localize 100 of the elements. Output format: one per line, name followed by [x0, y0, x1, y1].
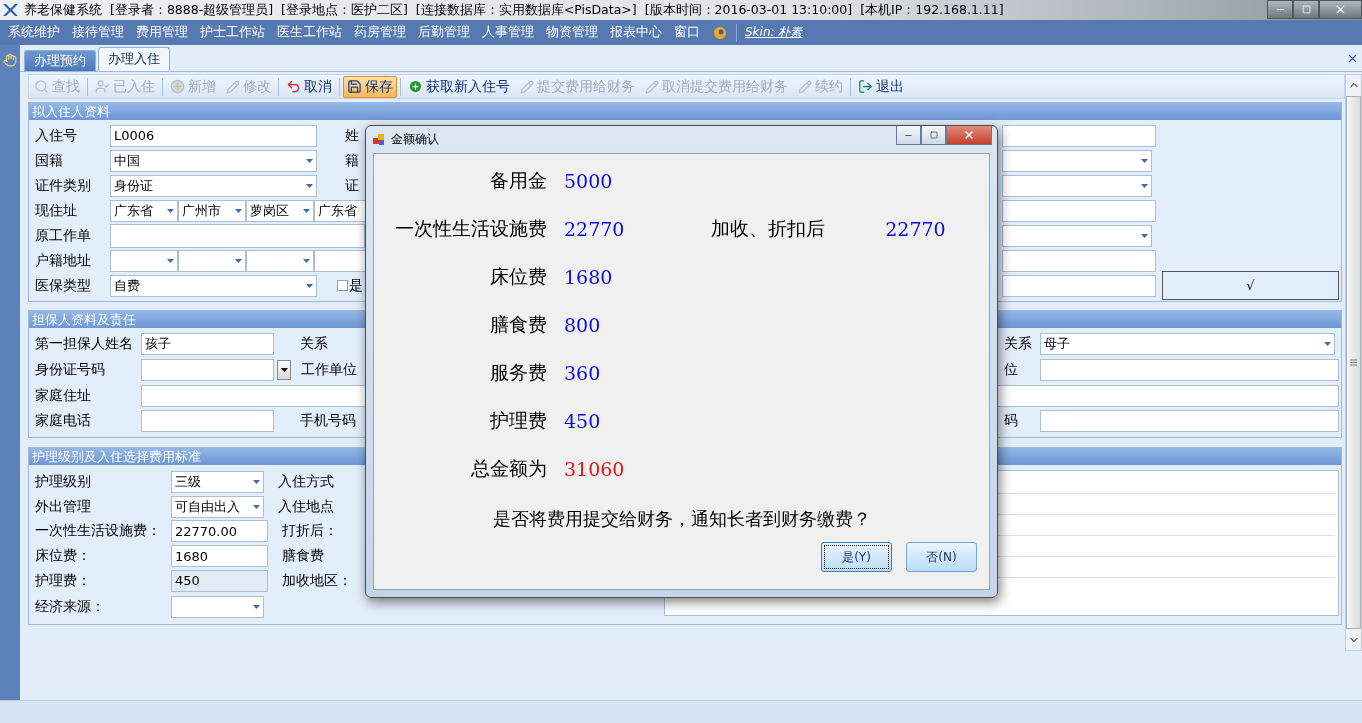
toolbar-button[interactable]: 保存	[343, 75, 397, 98]
toolbar-button[interactable]: 退出	[854, 75, 908, 98]
field-label: 姓	[345, 126, 359, 145]
text-field[interactable]	[1002, 199, 1156, 222]
field-label: 外出管理	[35, 497, 92, 516]
combo-box[interactable]: 广州市	[178, 199, 246, 222]
combo-box[interactable]: 身份证	[110, 174, 317, 197]
combo-box[interactable]: 广东省	[314, 199, 365, 222]
text-field[interactable]: L0006	[110, 124, 317, 147]
field-label: 护理费：	[35, 571, 92, 590]
skin-link[interactable]: Skin: 朴素	[745, 24, 803, 41]
combo-box[interactable]	[110, 249, 178, 272]
menu-item[interactable]: 后勤管理	[412, 24, 476, 41]
dropdown-arrow-icon	[306, 283, 313, 288]
status-info: [本机IP：192.168.1.11]	[860, 1, 1004, 19]
text-field[interactable]	[141, 410, 274, 432]
fee-label: 服务费	[490, 360, 547, 385]
field-label: 籍	[345, 151, 359, 170]
checkbox[interactable]	[337, 280, 348, 291]
dropdown-arrow-icon	[1141, 158, 1148, 163]
menu-item[interactable]: 费用管理	[130, 24, 194, 41]
combo-box[interactable]: 可自由出入	[171, 495, 264, 518]
tab[interactable]: 办理入住	[98, 47, 170, 71]
status-info: [版本时间：2016-03-01 13:10:00]	[644, 1, 853, 19]
minimize-button[interactable]	[896, 126, 921, 145]
text-field[interactable]	[110, 223, 365, 248]
dropdown-arrow-icon	[280, 368, 288, 372]
menu-item[interactable]: 物资管理	[540, 24, 604, 41]
menu-item[interactable]: 人事管理	[476, 24, 540, 41]
pencil-icon	[520, 79, 534, 94]
combo-box[interactable]	[1002, 224, 1152, 247]
dropdown-arrow-icon	[253, 504, 260, 509]
menu-item[interactable]: 医生工作站	[271, 24, 348, 41]
scrollbar[interactable]	[1345, 74, 1362, 651]
menu-item[interactable]: 系统维护	[2, 24, 66, 41]
undo-icon	[286, 79, 301, 94]
text-field[interactable]: 22770.00	[171, 520, 268, 543]
fee-label: 加收、折扣后	[711, 216, 825, 241]
combo-box[interactable]	[1002, 149, 1152, 172]
combo-box[interactable]: 母子	[1040, 333, 1335, 355]
combo-box[interactable]	[178, 249, 246, 272]
menu-item[interactable]: 接待管理	[66, 24, 130, 41]
tab[interactable]: 办理预约	[24, 50, 96, 71]
minimize-button[interactable]	[1267, 0, 1293, 19]
field-label: 膳食费	[282, 547, 324, 566]
field-label: 入住号	[35, 126, 78, 145]
field-label: 一次性生活设施费：	[35, 522, 162, 541]
fee-value: 1680	[564, 266, 613, 288]
combo-box[interactable]: 广东省	[110, 199, 178, 222]
text-field[interactable]: 1680	[171, 545, 268, 568]
menu-item[interactable]: 护士工作站	[194, 24, 271, 41]
fee-value: 450	[564, 410, 601, 432]
confirm-button[interactable]: √	[1162, 271, 1339, 300]
menu-item[interactable]: 窗口	[668, 24, 706, 41]
dropdown-arrow-icon	[1141, 233, 1148, 238]
combo-box[interactable]	[171, 595, 264, 618]
dialog-button[interactable]: 否(N)	[906, 542, 977, 572]
close-icon	[1334, 3, 1347, 16]
close-button[interactable]	[1319, 0, 1362, 19]
fee-label: 护理费	[490, 408, 547, 433]
dropdown-arrow-icon	[235, 258, 242, 263]
maximize-button[interactable]	[1293, 0, 1319, 19]
dropdown-button[interactable]	[277, 360, 291, 380]
dropdown-arrow-icon	[253, 480, 260, 485]
combo-box[interactable]	[314, 249, 365, 272]
combo-box[interactable]	[246, 249, 314, 272]
dropdown-arrow-icon	[306, 158, 313, 163]
menu-item[interactable]: 报表中心	[604, 24, 668, 41]
dropdown-arrow-icon	[306, 183, 313, 188]
field-label: 码	[1003, 412, 1019, 430]
plus-icon	[408, 79, 423, 94]
menu-item[interactable]: 药房管理	[348, 24, 412, 41]
combo-box[interactable]: 自费	[110, 274, 317, 297]
text-field[interactable]	[141, 359, 274, 381]
dialog-button[interactable]: 是(Y)	[821, 542, 892, 572]
combo-box[interactable]: 三级	[171, 471, 264, 494]
status-info: [登录者：8888-超级管理员]	[110, 1, 274, 19]
text-field[interactable]	[1002, 249, 1156, 272]
fee-value: 22770	[885, 218, 946, 240]
text-field[interactable]	[1040, 410, 1339, 432]
toolbar-button[interactable]: 获取新入住号	[404, 75, 514, 98]
field-label: 身份证号码	[35, 361, 106, 379]
text-field[interactable]	[1040, 359, 1339, 381]
combo-box[interactable]: 中国	[110, 149, 317, 172]
text-field[interactable]	[1002, 124, 1156, 147]
close-button[interactable]	[946, 126, 992, 145]
maximize-button[interactable]	[921, 126, 946, 145]
field-label: 证件类别	[35, 176, 92, 195]
save-icon	[347, 79, 362, 94]
combo-box[interactable]: 萝岗区	[246, 199, 314, 222]
field-label: 护理级别	[35, 473, 92, 492]
toolbar-button[interactable]: 取消	[282, 75, 336, 98]
combo-box[interactable]	[1002, 174, 1152, 197]
field-label: 经济来源：	[35, 597, 106, 616]
confirm-question: 是否将费用提交给财务，通知长者到财务缴费？	[492, 508, 871, 529]
text-field[interactable]	[1002, 274, 1156, 297]
field-label: 原工作单	[35, 226, 92, 245]
pencil-icon	[798, 79, 812, 94]
field-label: 现住址	[35, 201, 78, 220]
text-field[interactable]: 孩子	[141, 333, 274, 355]
